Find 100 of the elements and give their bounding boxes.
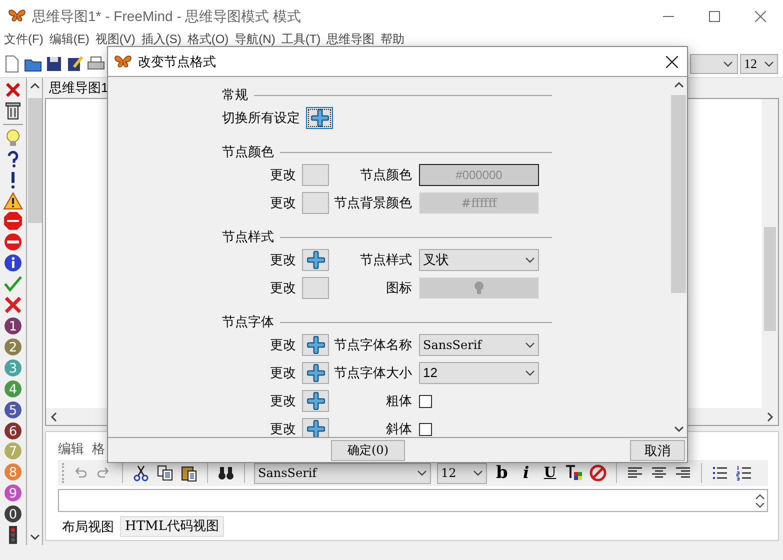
info-icon[interactable] <box>3 253 23 274</box>
field-label: 节点背景颜色 <box>333 194 412 212</box>
check-icon[interactable] <box>3 274 23 294</box>
view-tab[interactable]: HTML代码视图 <box>120 516 224 537</box>
bold-button[interactable]: b <box>493 463 511 483</box>
delete-icon[interactable] <box>3 80 23 100</box>
menu-item[interactable]: 插入(S) <box>141 32 182 46</box>
change-label: 更改 <box>269 336 296 354</box>
window-title: 思维导图1* - FreeMind - 思维导图模式 模式 <box>32 6 302 26</box>
section-heading: 常规 <box>222 86 248 104</box>
text-color-icon[interactable] <box>565 464 583 482</box>
prohibited-icon[interactable] <box>589 464 607 482</box>
toggle-label: 切换所有设定 <box>222 109 300 128</box>
field-label: 图标 <box>385 279 412 298</box>
caret-icon <box>525 342 535 348</box>
number-icon[interactable]: 4 <box>3 378 23 399</box>
change-label: 更改 <box>269 279 296 298</box>
size-dropdown[interactable]: 12 <box>740 54 778 74</box>
scrollbar-thumb[interactable] <box>764 227 776 331</box>
spinner-icon[interactable] <box>755 492 765 510</box>
caret-icon <box>525 370 535 376</box>
plus-button[interactable] <box>302 390 329 412</box>
style-dropdown[interactable]: 叉状 <box>419 249 539 271</box>
plus-button[interactable] <box>306 107 333 129</box>
scroll-right-icon[interactable] <box>766 412 774 422</box>
change-label: 更改 <box>269 392 296 410</box>
change-label: 更改 <box>269 364 296 382</box>
font-dropdown[interactable] <box>690 54 738 74</box>
scroll-left-icon[interactable] <box>50 412 58 422</box>
style-dropdown[interactable]: 12 <box>419 362 539 384</box>
menu-item[interactable]: 导航(N) <box>234 32 276 46</box>
underline-button[interactable]: U <box>541 463 559 483</box>
caret-icon <box>764 60 774 66</box>
section-heading: 节点字体 <box>222 313 274 332</box>
numbered-list-icon[interactable] <box>735 464 753 482</box>
checkbox[interactable] <box>419 394 432 408</box>
butterfly-icon <box>114 54 132 68</box>
plus-button[interactable] <box>302 249 329 271</box>
number-icon[interactable]: 5 <box>3 400 23 420</box>
size-dropdown[interactable]: 12 <box>437 462 487 484</box>
change-label: 更改 <box>269 194 296 212</box>
clipboard-icon[interactable] <box>180 464 198 482</box>
field-label: 节点颜色 <box>359 166 412 184</box>
field-label: 节点样式 <box>359 251 412 270</box>
caret-icon <box>417 470 427 476</box>
butterfly-icon <box>8 9 26 23</box>
number-icon[interactable]: 6 <box>3 420 23 440</box>
change-label: 更改 <box>269 166 296 184</box>
change-label: 更改 <box>269 420 296 437</box>
number-icon[interactable]: 0 <box>3 504 23 524</box>
no-entry-icon[interactable] <box>3 232 23 252</box>
number-icon[interactable]: 1 <box>3 316 23 336</box>
italic-button[interactable]: i <box>517 463 535 483</box>
number-icon[interactable]: 9 <box>3 483 23 504</box>
binoculars-icon[interactable] <box>217 464 235 482</box>
trash-icon[interactable] <box>3 100 23 121</box>
menu-item[interactable]: 视图(V) <box>95 32 136 46</box>
number-icon[interactable]: 2 <box>3 336 23 357</box>
caret-icon <box>473 470 483 476</box>
scrollbar-thumb[interactable] <box>671 95 686 293</box>
section-heading: 节点颜色 <box>222 143 274 162</box>
checkbox[interactable] <box>419 422 432 436</box>
menu-item[interactable]: 帮助 <box>380 32 405 46</box>
scissors-icon[interactable] <box>132 464 150 482</box>
stop-sign-icon[interactable] <box>3 211 23 232</box>
printer-icon[interactable] <box>87 54 105 72</box>
font-dropdown[interactable]: SansSerif <box>254 462 431 484</box>
cross-icon[interactable] <box>3 295 23 315</box>
style-dropdown[interactable]: SansSerif <box>419 334 539 356</box>
field-label: 节点字体名称 <box>333 336 412 354</box>
menu-item[interactable]: 工具(T) <box>281 32 321 46</box>
bulb-icon <box>474 281 484 295</box>
field-label: 斜体 <box>385 420 412 437</box>
field-label: 粗体 <box>385 392 412 410</box>
document-icon[interactable] <box>3 54 21 72</box>
section-heading: 节点样式 <box>222 228 274 246</box>
pencil-icon[interactable] <box>66 54 84 72</box>
maximize-icon[interactable] <box>708 10 720 22</box>
ok-button[interactable]: 确定(0) <box>331 440 405 460</box>
floppy-icon[interactable] <box>45 54 63 72</box>
menu-item[interactable]: 编辑(E) <box>49 32 90 46</box>
warning-icon[interactable] <box>3 190 23 210</box>
menu-item[interactable]: 思维导图 <box>326 32 375 46</box>
caret-icon <box>723 60 733 66</box>
close-icon[interactable] <box>666 56 678 68</box>
plus-button[interactable] <box>302 418 329 437</box>
editor-tab[interactable]: 格 <box>92 438 105 458</box>
editor-tab[interactable]: 编辑 <box>58 438 84 458</box>
plus-button[interactable] <box>302 334 329 356</box>
bullet-list-icon[interactable] <box>711 464 729 482</box>
change-label: 更改 <box>269 251 296 270</box>
text-input-field[interactable] <box>58 489 768 512</box>
menu-item[interactable]: 文件(F) <box>4 32 44 46</box>
scrollbar-thumb[interactable] <box>28 98 42 223</box>
cancel-button[interactable]: 取消 <box>630 440 685 460</box>
caret-icon <box>525 257 535 263</box>
menu-item[interactable]: 格式(O) <box>187 32 229 46</box>
copy-icon[interactable] <box>156 464 174 482</box>
icon-field[interactable] <box>419 277 539 299</box>
plus-button[interactable] <box>302 362 329 384</box>
